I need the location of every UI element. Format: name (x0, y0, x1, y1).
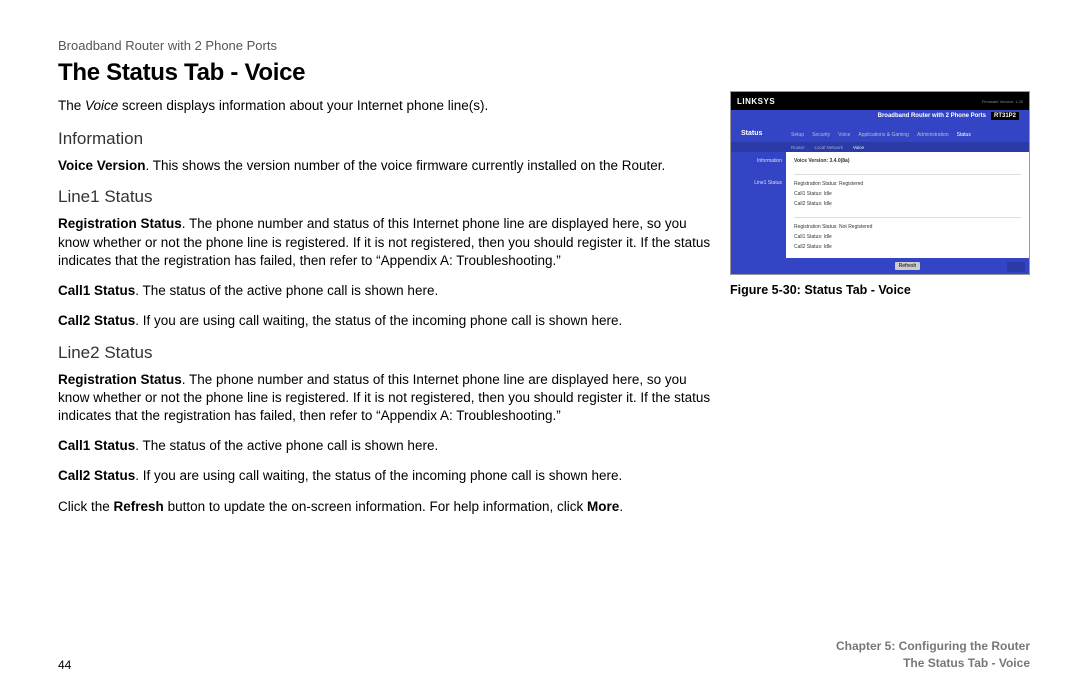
closing-refresh: Refresh (114, 499, 164, 514)
figure-caption: Figure 5-30: Status Tab - Voice (730, 283, 1030, 297)
ss-l2-reg: Registration Status: Not Registered (794, 224, 1021, 230)
line2-call1-text: . The status of the active phone call is… (135, 438, 438, 453)
ss-l2-c2: Call2 Status: Idle (794, 244, 1021, 250)
footer-subtitle: The Status Tab - Voice (836, 655, 1030, 672)
ss-model: RT31P2 (991, 112, 1019, 120)
intro-paragraph: The Voice screen displays information ab… (58, 97, 712, 115)
intro-post: screen displays information about your I… (118, 98, 488, 113)
ss-subtabs: Router Local Network Voice (731, 142, 1029, 152)
line1-reg-para: Registration Status. The phone number an… (58, 215, 712, 270)
ss-l1-c1: Call1 Status: Idle (794, 191, 1021, 197)
voice-version-para: Voice Version. This shows the version nu… (58, 157, 712, 175)
ss-voice-version: Voice Version: 3.4.0(8a) (794, 158, 1021, 164)
ss-tab-security: Security (812, 132, 830, 138)
page-title: The Status Tab - Voice (58, 59, 1030, 87)
ss-l1-c2: Call2 Status: Idle (794, 201, 1021, 207)
line2-call1-para: Call1 Status. The status of the active p… (58, 437, 712, 455)
ss-l2-c1: Call1 Status: Idle (794, 234, 1021, 240)
ss-tab-status: Status (957, 132, 971, 138)
line1-call2-label: Call2 Status (58, 313, 135, 328)
line1-call1-text: . The status of the active phone call is… (135, 283, 438, 298)
ss-subtab-voice: Voice (853, 145, 864, 150)
ss-main-panel: Voice Version: 3.4.0(8a) Registration St… (786, 152, 1029, 274)
line2-call1-label: Call1 Status (58, 438, 135, 453)
ss-side-information: Information (735, 158, 782, 164)
product-header: Broadband Router with 2 Phone Ports (58, 38, 1030, 53)
closing-more: More (587, 499, 619, 514)
line2-call2-text: . If you are using call waiting, the sta… (135, 468, 622, 483)
ss-side-line1: Line1 Status (735, 180, 782, 186)
line2-heading: Line2 Status (58, 343, 712, 363)
ss-nav-tabs: Setup Security Voice Applications & Gami… (791, 132, 971, 138)
line1-heading: Line1 Status (58, 187, 712, 207)
ss-firmware: Firmware Version: 1.20 (982, 99, 1023, 104)
page-number: 44 (58, 658, 71, 672)
ss-l1-reg: Registration Status: Registered (794, 181, 1021, 187)
closing-end: . (619, 499, 623, 514)
closing-para: Click the Refresh button to update the o… (58, 498, 712, 516)
voice-version-text: . This shows the version number of the v… (146, 158, 666, 173)
page-footer: 44 Chapter 5: Configuring the Router The… (58, 638, 1030, 672)
line2-reg-para: Registration Status. The phone number an… (58, 371, 712, 426)
ss-header-bar: Broadband Router with 2 Phone Ports RT31… (731, 110, 1029, 142)
ss-bottom-bar: Refresh (786, 258, 1029, 274)
information-heading: Information (58, 129, 712, 149)
ss-tab-admin: Administration (917, 132, 949, 138)
line1-call2-text: . If you are using call waiting, the sta… (135, 313, 622, 328)
ss-tab-voice: Voice (838, 132, 850, 138)
ss-refresh-button: Refresh (895, 262, 921, 270)
line1-reg-label: Registration Status (58, 216, 182, 231)
line1-call1-para: Call1 Status. The status of the active p… (58, 282, 712, 300)
closing-pre: Click the (58, 499, 114, 514)
line1-call1-label: Call1 Status (58, 283, 135, 298)
line2-call2-label: Call2 Status (58, 468, 135, 483)
intro-pre: The (58, 98, 85, 113)
figure-column: LINKSYS Firmware Version: 1.20 Broadband… (730, 91, 1030, 297)
footer-chapter-info: Chapter 5: Configuring the Router The St… (836, 638, 1030, 672)
linksys-logo: LINKSYS (737, 97, 775, 106)
ss-subtab-router: Router (791, 145, 805, 150)
ss-tab-setup: Setup (791, 132, 804, 138)
voice-version-label: Voice Version (58, 158, 146, 173)
ss-product-name: Broadband Router with 2 Phone Ports RT31… (878, 113, 1019, 119)
intro-emphasis: Voice (85, 98, 118, 113)
line1-call2-para: Call2 Status. If you are using call wait… (58, 312, 712, 330)
ss-topbar: LINKSYS Firmware Version: 1.20 (731, 92, 1029, 110)
line2-call2-para: Call2 Status. If you are using call wait… (58, 467, 712, 485)
ss-subtab-local: Local Network (815, 145, 844, 150)
ss-product-text: Broadband Router with 2 Phone Ports (878, 113, 986, 119)
cisco-logo-icon (1007, 262, 1025, 272)
ss-section-label: Status (741, 130, 762, 137)
ss-body: Information Line1 Status Voice Version: … (731, 152, 1029, 274)
footer-chapter: Chapter 5: Configuring the Router (836, 638, 1030, 655)
line2-reg-label: Registration Status (58, 372, 182, 387)
closing-mid: button to update the on-screen informati… (164, 499, 587, 514)
ss-sidebar: Information Line1 Status (731, 152, 786, 274)
ss-tab-apps: Applications & Gaming (858, 132, 909, 138)
content-layout: The Voice screen displays information ab… (58, 97, 1030, 528)
body-text-column: The Voice screen displays information ab… (58, 97, 712, 528)
router-ui-screenshot: LINKSYS Firmware Version: 1.20 Broadband… (730, 91, 1030, 275)
